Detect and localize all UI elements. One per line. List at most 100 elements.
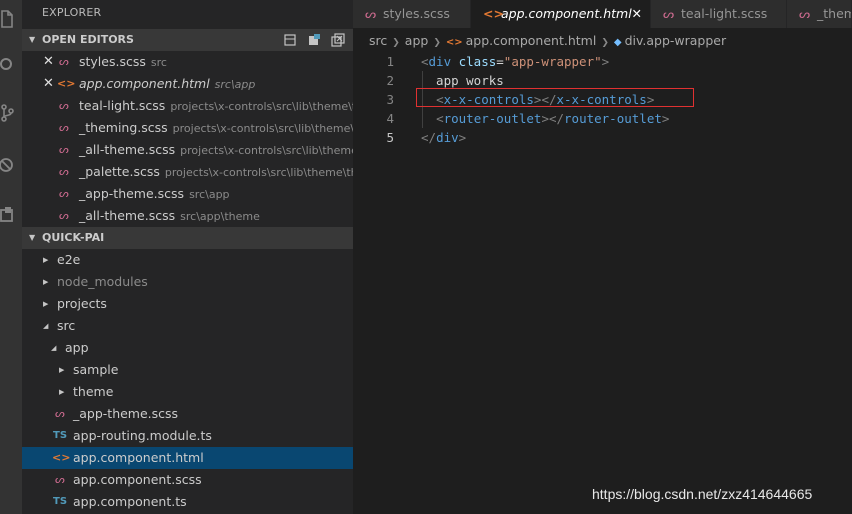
open-editor-path: projects\x-controls\src\lib\theme\t... bbox=[170, 100, 353, 113]
chevron-right-icon: ▶ bbox=[43, 256, 49, 264]
open-editor-path: projects\x-controls\src\lib\theme\th... bbox=[164, 166, 353, 179]
open-editor-name: _palette.scss bbox=[79, 164, 160, 179]
breadcrumb-item[interactable]: app bbox=[405, 33, 429, 48]
tree-item-label: src bbox=[57, 318, 76, 333]
open-editors-header[interactable]: ▼ OPEN EDITORS bbox=[22, 29, 353, 51]
tree-item-label: sample bbox=[73, 362, 119, 377]
source-control-icon[interactable] bbox=[0, 104, 14, 122]
tree-file[interactable]: ᔕ _app-theme.scss bbox=[22, 403, 353, 425]
code-line[interactable]: </div> bbox=[421, 128, 466, 147]
tree-item-label: app bbox=[65, 340, 89, 355]
sass-icon: ᔕ bbox=[59, 55, 69, 68]
open-editor-item[interactable]: ᔕ _theming.scss projects\x-controls\src\l… bbox=[22, 117, 353, 139]
symbol-element-icon: ◆ bbox=[613, 37, 622, 48]
breadcrumb-item[interactable]: div.app-wrapper bbox=[625, 33, 727, 48]
sass-icon: ᔕ bbox=[59, 187, 69, 200]
tree-folder-sample[interactable]: ▶ sample bbox=[22, 359, 353, 381]
open-editors-actions bbox=[283, 33, 345, 47]
code-line[interactable]: <div class="app-wrapper"> bbox=[421, 52, 609, 71]
tree-folder-app[interactable]: ◢ app bbox=[22, 337, 353, 359]
tab-teal-light-scss[interactable]: ᔕ teal-light.scss bbox=[651, 0, 787, 28]
tab-theming-scss[interactable]: ᔕ _them bbox=[787, 0, 852, 28]
tree-file[interactable]: ᔕ app.component.scss bbox=[22, 469, 353, 491]
breadcrumb-item[interactable]: src bbox=[369, 33, 387, 48]
line-number-current: 5 bbox=[386, 130, 394, 145]
open-editor-name: teal-light.scss bbox=[79, 98, 166, 113]
tab-app-component-html[interactable]: <> app.component.html ✕ bbox=[471, 0, 651, 28]
open-editor-item[interactable]: ᔕ teal-light.scss projects\x-controls\src… bbox=[22, 95, 353, 117]
sass-icon: ᔕ bbox=[799, 6, 811, 21]
tree-file-selected[interactable]: <> app.component.html bbox=[22, 447, 353, 469]
open-editor-path: src\app\theme bbox=[180, 210, 260, 223]
sass-icon: ᔕ bbox=[55, 407, 65, 420]
search-icon[interactable] bbox=[0, 56, 14, 74]
project-header[interactable]: ▼ QUICK-PAI bbox=[22, 227, 353, 249]
open-editor-item[interactable]: ᔕ _all-theme.scss projects\x-controls\src… bbox=[22, 139, 353, 161]
tree-folder-node-modules[interactable]: ▶ node_modules bbox=[22, 271, 353, 293]
html-icon: <> bbox=[52, 451, 71, 464]
close-icon[interactable]: ✕ bbox=[632, 0, 642, 28]
chevron-right-icon: ▶ bbox=[59, 388, 65, 396]
open-editor-name: styles.scss bbox=[79, 54, 146, 69]
tree-folder-e2e[interactable]: ▶ e2e bbox=[22, 249, 353, 271]
sass-icon: ᔕ bbox=[55, 473, 65, 486]
tree-item-label: theme bbox=[73, 384, 114, 399]
files-icon[interactable] bbox=[0, 10, 14, 28]
tab-styles-scss[interactable]: ᔕ styles.scss bbox=[353, 0, 471, 28]
annotation-highlight-box bbox=[416, 88, 694, 107]
explorer-title: EXPLORER bbox=[42, 6, 102, 19]
sass-icon: ᔕ bbox=[59, 121, 69, 134]
line-number: 4 bbox=[386, 111, 394, 126]
line-number: 1 bbox=[386, 54, 394, 69]
chevron-right-icon: ❯ bbox=[392, 38, 400, 48]
ts-icon: TS bbox=[53, 430, 68, 441]
open-editor-item[interactable]: ᔕ _app-theme.scss src\app bbox=[22, 183, 353, 205]
sass-icon: ᔕ bbox=[59, 143, 69, 156]
tree-file[interactable]: TS app.component.ts bbox=[22, 491, 353, 513]
extensions-icon[interactable] bbox=[0, 206, 14, 224]
open-editor-path: projects\x-controls\src\lib\theme... bbox=[180, 144, 353, 157]
chevron-down-icon: ▼ bbox=[29, 35, 36, 44]
ts-icon: TS bbox=[53, 496, 68, 507]
html-icon: <> bbox=[445, 37, 463, 48]
tree-folder-theme[interactable]: ▶ theme bbox=[22, 381, 353, 403]
breadcrumb-item[interactable]: app.component.html bbox=[466, 33, 597, 48]
new-untitled-file-icon[interactable] bbox=[283, 33, 297, 47]
close-icon[interactable]: ✕ bbox=[43, 73, 54, 95]
code-editor[interactable]: 1 2 3 4 5 <div class="app-wrapper"> app … bbox=[353, 52, 852, 514]
tree-folder-src[interactable]: ◢ src bbox=[22, 315, 353, 337]
breadcrumb: src ❯ app ❯ <> app.component.html ❯ ◆ div.app-wr… bbox=[369, 33, 726, 49]
line-number: 3 bbox=[386, 92, 394, 107]
open-editor-item[interactable]: ✕ <> app.component.html src\app bbox=[22, 73, 353, 95]
sass-icon: ᔕ bbox=[59, 99, 69, 112]
chevron-right-icon: ▶ bbox=[43, 300, 49, 308]
close-icon[interactable]: ✕ bbox=[43, 51, 54, 73]
code-line[interactable]: <router-outlet></router-outlet> bbox=[421, 109, 669, 128]
activity-bar bbox=[0, 0, 22, 514]
tree-item-label: projects bbox=[57, 296, 107, 311]
tree-item-label: e2e bbox=[57, 252, 81, 267]
line-number: 2 bbox=[386, 73, 394, 88]
close-all-icon[interactable] bbox=[331, 33, 345, 47]
open-editor-path: src\app bbox=[189, 188, 230, 201]
open-editor-name: _theming.scss bbox=[79, 120, 168, 135]
tab-label: styles.scss bbox=[383, 6, 450, 21]
tree-folder-projects[interactable]: ▶ projects bbox=[22, 293, 353, 315]
tree-file[interactable]: TS app-routing.module.ts bbox=[22, 425, 353, 447]
open-editor-path: src\app bbox=[214, 78, 256, 91]
open-editor-item[interactable]: ᔕ _all-theme.scss src\app\theme bbox=[22, 205, 353, 227]
tab-label: app.component.html bbox=[501, 6, 632, 21]
save-all-icon[interactable] bbox=[307, 33, 321, 47]
html-icon: <> bbox=[483, 6, 504, 21]
html-icon: <> bbox=[57, 77, 76, 90]
open-editor-item[interactable]: ᔕ _palette.scss projects\x-controls\src\l… bbox=[22, 161, 353, 183]
chevron-down-icon: ▼ bbox=[29, 233, 36, 242]
open-editor-item[interactable]: ✕ ᔕ styles.scss src bbox=[22, 51, 353, 73]
tree-item-label: app.component.ts bbox=[73, 494, 187, 509]
watermark: https://blog.csdn.net/zxz414644665 bbox=[592, 486, 813, 502]
debug-icon[interactable] bbox=[0, 156, 14, 174]
editor-tabs: ᔕ styles.scss <> app.component.html ✕ ᔕ … bbox=[353, 0, 852, 28]
chevron-right-icon: ▶ bbox=[59, 366, 65, 374]
tab-label: teal-light.scss bbox=[681, 6, 768, 21]
sass-icon: ᔕ bbox=[59, 165, 69, 178]
